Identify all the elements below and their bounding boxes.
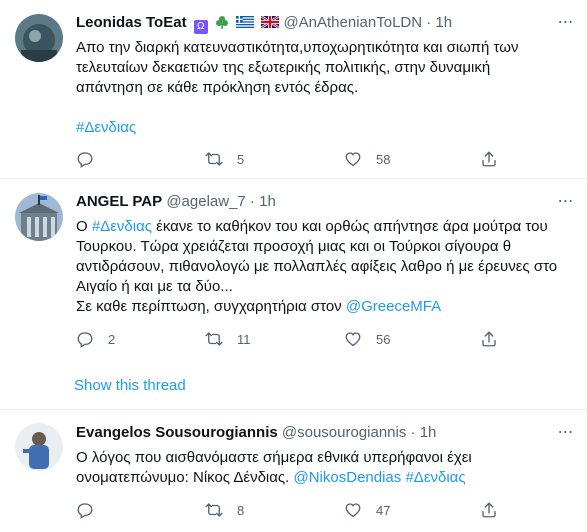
tweet-hashtag-line: #Δενδιας bbox=[76, 118, 576, 138]
heart-icon bbox=[345, 332, 361, 347]
separator: · bbox=[245, 193, 260, 210]
share-button[interactable] bbox=[480, 330, 498, 348]
share-icon bbox=[482, 331, 496, 347]
retweet-button[interactable]: 5 bbox=[205, 150, 244, 168]
action-bar: 2 11 56 bbox=[76, 330, 506, 350]
retweet-icon bbox=[205, 332, 223, 346]
more-options-icon[interactable]: ⋯ bbox=[557, 193, 575, 211]
shamrock-icon bbox=[215, 15, 229, 29]
share-button[interactable] bbox=[480, 501, 498, 519]
retweet-icon bbox=[205, 503, 223, 517]
tweet[interactable]: ANGEL PAP @agelaw_7 · 1h ⋯ Ο #Δενδιας έκ… bbox=[0, 179, 587, 409]
heart-icon bbox=[345, 152, 361, 167]
avatar[interactable] bbox=[15, 423, 63, 471]
more-options-icon[interactable]: ⋯ bbox=[557, 14, 575, 32]
handle[interactable]: @AnAthenianToLDN bbox=[283, 14, 422, 31]
reply-button[interactable] bbox=[76, 150, 108, 168]
tweet[interactable]: Leonidas ToEat Ω @AnAthenianToLDN · 1h ⋯… bbox=[0, 0, 587, 178]
reply-icon bbox=[77, 332, 93, 348]
reply-icon bbox=[77, 503, 93, 519]
mention-link[interactable]: @GreeceMFA bbox=[346, 298, 441, 315]
handle[interactable]: @sousourogiannis bbox=[282, 424, 406, 441]
like-button[interactable]: 56 bbox=[344, 330, 390, 348]
reply-icon bbox=[77, 152, 93, 168]
share-button[interactable] bbox=[480, 150, 498, 168]
tweet-text: Ο #Δενδιας έκανε το καθήκον του και ορθώ… bbox=[76, 217, 580, 317]
tweet-header: Evangelos Sousourogiannis @sousourogiann… bbox=[76, 423, 436, 443]
retweet-count: 11 bbox=[237, 331, 251, 347]
tweet-text: Απο την διαρκή κατευναστικότητα,υποχωρητ… bbox=[76, 38, 556, 98]
tweet-body-line2: Σε καθε περίπτωση, συγχαρητήρια στον bbox=[76, 298, 346, 315]
tweet[interactable]: Evangelos Sousourogiannis @sousourogiann… bbox=[0, 410, 587, 532]
handle[interactable]: @agelaw_7 bbox=[166, 193, 245, 210]
separator: · bbox=[422, 14, 436, 31]
mention-link[interactable]: @NikosDendias bbox=[294, 469, 402, 486]
like-count: 58 bbox=[376, 151, 391, 167]
action-bar: 5 58 bbox=[76, 150, 506, 170]
like-count: 47 bbox=[376, 502, 391, 518]
tweet-text: Ο λόγος που αισθανόμαστε σήμερα εθνικά υ… bbox=[76, 448, 536, 488]
avatar[interactable] bbox=[15, 14, 63, 62]
retweet-count: 8 bbox=[237, 502, 245, 518]
retweet-icon bbox=[205, 152, 223, 166]
hashtag-link[interactable]: #Δενδιας bbox=[92, 218, 152, 235]
show-thread-link[interactable]: Show this thread bbox=[74, 377, 186, 394]
retweet-button[interactable]: 8 bbox=[205, 501, 244, 519]
hashtag-link[interactable]: #Δενδιας bbox=[76, 119, 136, 136]
tweet-feed: Leonidas ToEat Ω @AnAthenianToLDN · 1h ⋯… bbox=[0, 0, 587, 532]
retweet-count: 5 bbox=[237, 151, 245, 167]
action-bar: 8 47 bbox=[76, 501, 506, 521]
tweet-header: ANGEL PAP @agelaw_7 · 1h bbox=[76, 192, 276, 212]
uk-flag-icon bbox=[260, 14, 280, 29]
tweet-body: Απο την διαρκή κατευναστικότητα,υποχωρητ… bbox=[76, 39, 519, 96]
timestamp[interactable]: 1h bbox=[435, 14, 452, 31]
display-name[interactable]: Leonidas ToEat bbox=[76, 14, 187, 31]
display-name[interactable]: Evangelos Sousourogiannis bbox=[76, 424, 278, 441]
reply-button[interactable]: 2 bbox=[76, 330, 115, 348]
timestamp[interactable]: 1h bbox=[420, 424, 437, 441]
retweet-button[interactable]: 11 bbox=[205, 330, 251, 348]
tweet-header: Leonidas ToEat Ω @AnAthenianToLDN · 1h bbox=[76, 13, 452, 34]
more-options-icon[interactable]: ⋯ bbox=[557, 424, 575, 442]
greece-flag-icon bbox=[236, 14, 255, 28]
share-icon bbox=[482, 151, 496, 167]
like-count: 56 bbox=[376, 331, 391, 347]
reply-button[interactable] bbox=[76, 501, 108, 519]
avatar[interactable] bbox=[15, 193, 63, 241]
heart-icon bbox=[345, 503, 361, 518]
timestamp[interactable]: 1h bbox=[259, 193, 276, 210]
like-button[interactable]: 47 bbox=[344, 501, 390, 519]
share-icon bbox=[482, 502, 496, 518]
like-button[interactable]: 58 bbox=[344, 150, 390, 168]
separator: · bbox=[406, 424, 420, 441]
tweet-body-prefix: Ο bbox=[76, 218, 92, 235]
hashtag-link[interactable]: #Δενδιας bbox=[405, 469, 465, 486]
omega-badge-icon: Ω bbox=[193, 20, 208, 34]
reply-count: 2 bbox=[108, 331, 116, 347]
display-name[interactable]: ANGEL PAP bbox=[76, 193, 162, 210]
